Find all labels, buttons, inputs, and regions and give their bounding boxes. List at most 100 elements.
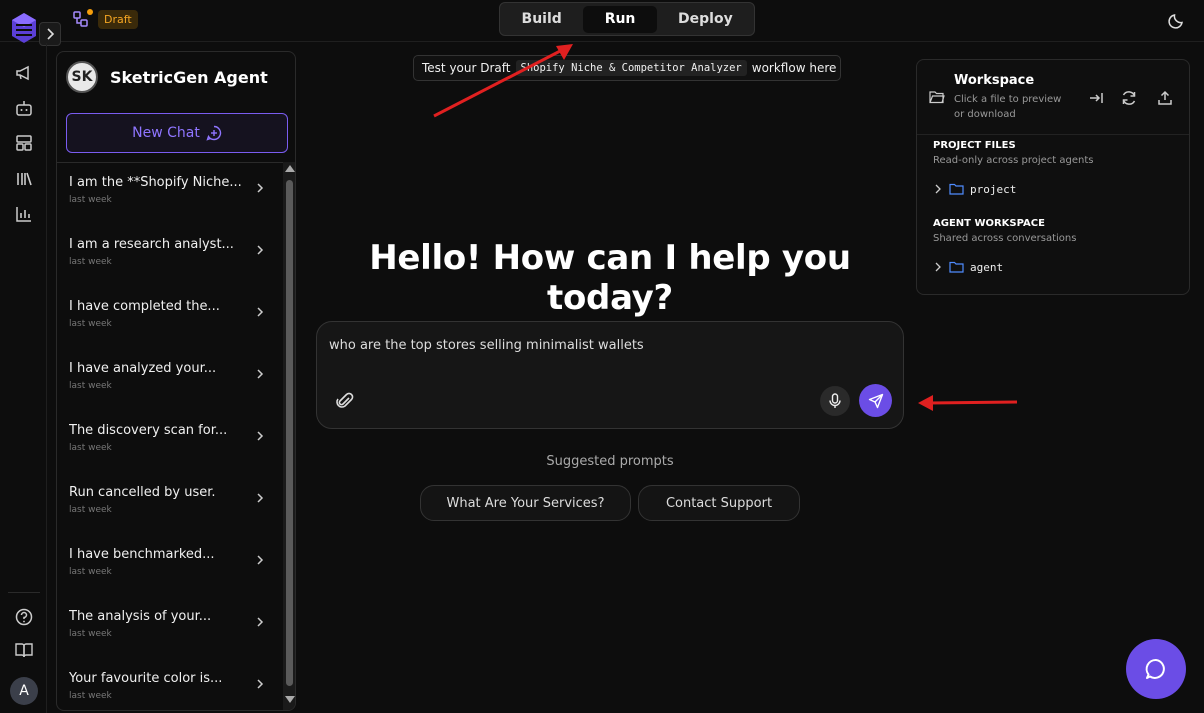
chat-history-panel: SK SketricGen Agent New Chat I am the **… [56,51,296,711]
chat-item[interactable]: I have completed the... last week [57,287,283,349]
chat-time: last week [69,629,112,639]
folder-icon [949,183,964,195]
bar-chart-icon[interactable] [14,204,34,224]
chat-item[interactable]: The analysis of your... last week [57,597,283,659]
chat-title: I have completed the... [69,299,220,314]
collapse-panel-icon[interactable] [1087,89,1105,107]
scroll-down-arrow[interactable] [285,696,295,703]
megaphone-icon[interactable] [14,63,34,83]
chat-time: last week [69,691,112,701]
workspace-panel: Workspace Click a file to preview or dow… [916,59,1190,295]
folder-row-project[interactable]: project [933,180,1016,198]
tab-build[interactable]: Build [504,6,579,33]
moon-icon[interactable] [1168,11,1186,29]
chevron-right-icon [257,493,264,503]
chat-time: last week [69,567,112,577]
folder-icon [949,261,964,273]
paperclip-icon[interactable] [335,391,355,411]
chat-time: last week [69,195,112,205]
chat-item[interactable]: The discovery scan for... last week [57,411,283,473]
chat-item[interactable]: I am the **Shopify Niche... last week [57,163,283,225]
layout-template-icon[interactable] [14,133,34,153]
agent-avatar: SK [66,61,98,93]
workflow-icon[interactable] [72,8,94,30]
chat-item[interactable]: Run cancelled by user. last week [57,473,283,535]
project-files-heading: PROJECT FILES [933,140,1016,151]
chat-time: last week [69,505,112,515]
user-avatar[interactable]: A [10,677,38,705]
suggestion-chip[interactable]: What Are Your Services? [420,485,631,521]
folder-name: agent [970,260,1004,274]
chevron-right-icon [257,679,264,689]
chevron-right-icon [935,262,941,272]
support-chat-button[interactable] [1126,639,1186,699]
greeting-heading: Hello! How can I help you today? [369,238,851,318]
chevron-right-icon [257,183,264,193]
chat-title: I am the **Shopify Niche... [69,175,242,190]
chat-item[interactable]: I am a research analyst... last week [57,225,283,287]
test-draft-banner: Test your Draft Shopify Niche & Competit… [413,55,841,81]
message-circle-icon [1145,659,1165,679]
chevron-right-icon [257,369,264,379]
new-chat-label: New Chat [132,125,200,141]
workspace-subtitle: Click a file to preview or download [954,94,1062,120]
rail-divider [8,592,40,593]
banner-prefix: Test your Draft [422,61,511,75]
draft-badge: Draft [98,10,138,29]
chat-title: Run cancelled by user. [69,485,216,500]
annotation-arrow-icon [918,395,1018,411]
send-icon [868,393,883,408]
chat-title: The analysis of your... [69,609,212,624]
workspace-divider [917,134,1189,135]
scroll-up-arrow[interactable] [285,165,295,172]
chat-time: last week [69,381,112,391]
folder-open-icon [929,91,945,104]
chat-item[interactable]: I have analyzed your... last week [57,349,283,411]
chevron-right-icon [935,184,941,194]
tab-deploy[interactable]: Deploy [661,6,750,33]
agent-header: SK SketricGen Agent [66,61,268,93]
chat-title: Your favourite color is... [69,671,223,686]
new-chat-button[interactable]: New Chat [66,113,288,153]
microphone-button[interactable] [820,386,850,416]
chat-time: last week [69,443,112,453]
book-open-icon[interactable] [14,640,34,660]
app-logo-icon[interactable] [10,11,38,45]
chat-title: I have analyzed your... [69,361,217,376]
project-files-subtitle: Read-only across project agents [933,155,1094,166]
agent-workspace-heading: AGENT WORKSPACE [933,218,1045,229]
chat-time: last week [69,257,112,267]
chat-item[interactable]: Your favourite color is... last week [57,659,283,710]
chat-item[interactable]: I have benchmarked... last week [57,535,283,597]
chevron-right-icon [257,617,264,627]
tab-run[interactable]: Run [583,5,657,33]
chat-title: I am a research analyst... [69,237,234,252]
message-input[interactable] [329,338,889,353]
suggestion-chip[interactable]: Contact Support [638,485,800,521]
folder-row-agent[interactable]: agent [933,258,1003,276]
upload-icon[interactable] [1156,89,1174,107]
chevron-right-icon [257,307,264,317]
chat-title: The discovery scan for... [69,423,228,438]
refresh-icon[interactable] [1120,89,1138,107]
chat-list: I am the **Shopify Niche... last week I … [57,162,283,710]
chat-list-scrollbar[interactable] [283,162,295,710]
chevron-right-icon [47,28,55,40]
help-icon[interactable] [14,607,34,627]
scroll-thumb[interactable] [286,180,293,686]
mode-switcher: Build Run Deploy [499,2,755,36]
library-icon[interactable] [14,169,34,189]
left-rail: A [0,43,47,713]
message-plus-icon [206,125,222,141]
microphone-icon [829,393,841,408]
message-composer [316,321,904,429]
chat-title: I have benchmarked... [69,547,215,562]
send-button[interactable] [859,384,892,417]
suggested-prompts-title: Suggested prompts [546,454,674,469]
agent-name: SketricGen Agent [110,67,268,87]
banner-suffix: workflow here [751,61,837,75]
chevron-right-icon [257,245,264,255]
chevron-right-icon [257,431,264,441]
bot-icon[interactable] [14,98,34,118]
banner-workflow-name: Shopify Niche & Competitor Analyzer [515,60,747,76]
